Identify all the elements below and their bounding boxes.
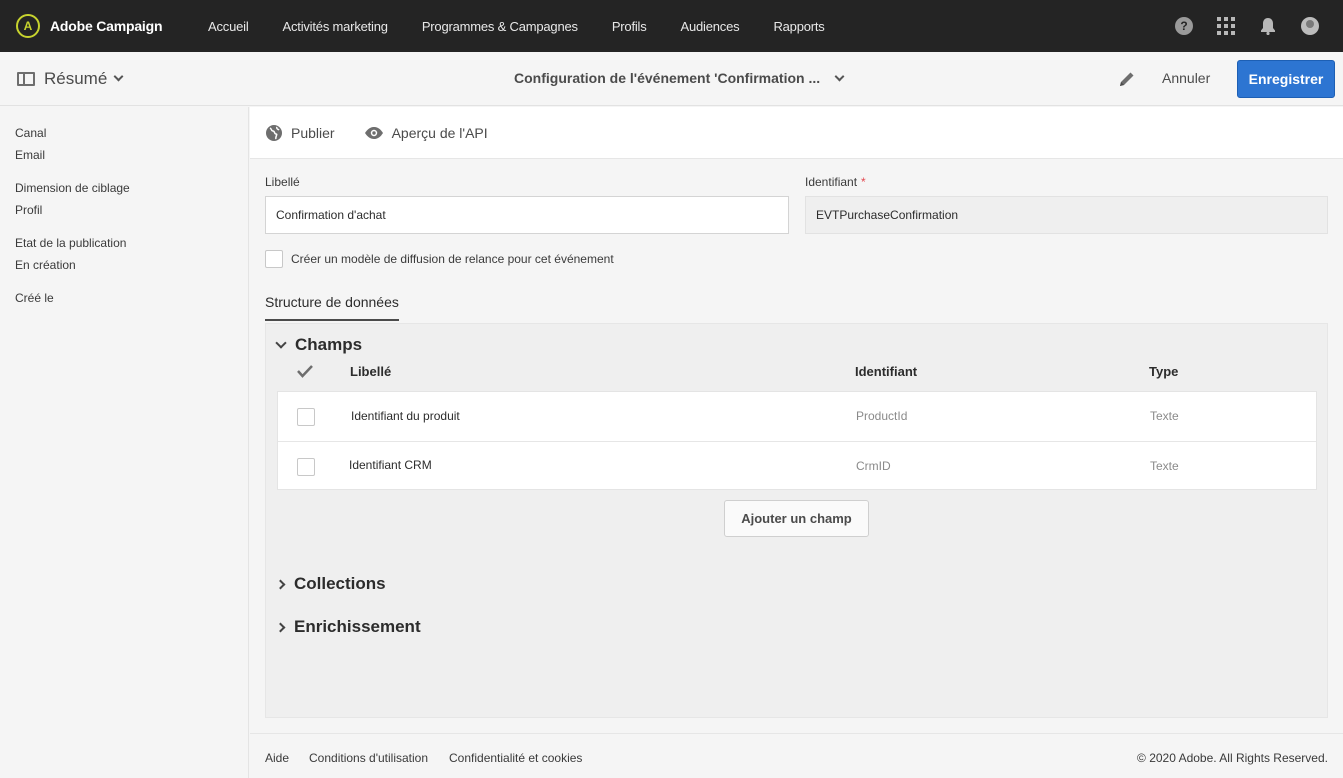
- help-icon[interactable]: ?: [1175, 17, 1193, 35]
- publish-label: Publier: [291, 124, 335, 141]
- collections-section-toggle[interactable]: Collections: [275, 574, 386, 594]
- copyright: © 2020 Adobe. All Rights Reserved.: [1137, 751, 1328, 765]
- chevron-down-icon: [275, 336, 287, 349]
- summary-value: Email: [15, 148, 46, 162]
- summary-item-created: Créé le: [15, 287, 233, 309]
- footer-link-help[interactable]: Aide: [265, 751, 289, 765]
- reminder-template-label: Créer un modèle de diffusion de relance …: [291, 252, 614, 266]
- pencil-icon[interactable]: [1117, 69, 1137, 89]
- field-id: ProductId: [856, 409, 908, 423]
- summary-item-publication-state: Etat de la publication En création: [15, 232, 233, 276]
- nav-item-profils[interactable]: Profils: [612, 19, 647, 34]
- publish-button[interactable]: Publier: [265, 124, 335, 142]
- summary-label: Résumé: [44, 68, 108, 88]
- label-input[interactable]: Confirmation d'achat: [265, 196, 789, 234]
- nav-item-accueil[interactable]: Accueil: [208, 19, 249, 34]
- save-button[interactable]: Enregistrer: [1237, 60, 1335, 98]
- enrichment-section-toggle[interactable]: Enrichissement: [275, 617, 421, 637]
- summary-item-targeting-dimension: Dimension de ciblage Profil: [15, 177, 233, 221]
- api-preview-label: Aperçu de l'API: [391, 124, 488, 141]
- cancel-button[interactable]: Annuler: [1162, 70, 1210, 86]
- eye-icon: [364, 126, 383, 139]
- chevron-down-icon: [834, 71, 845, 81]
- top-icons: ?: [1175, 0, 1343, 52]
- tab-data-structure[interactable]: Structure de données: [265, 294, 399, 321]
- fields-table: Identifiant du produit ProductId Texte I…: [277, 391, 1317, 490]
- row-checkbox[interactable]: [297, 458, 315, 476]
- fields-section-title: Champs: [295, 335, 363, 354]
- id-field-title: Identifiant *: [805, 175, 866, 189]
- chevron-right-icon: [275, 622, 286, 632]
- brand[interactable]: A Adobe Campaign: [16, 14, 208, 38]
- app-name: Adobe Campaign: [50, 18, 163, 34]
- summary-value: En création: [15, 258, 76, 272]
- add-field-button[interactable]: Ajouter un champ: [724, 500, 869, 537]
- summary-key: Dimension de ciblage: [15, 181, 130, 195]
- footer-link-privacy[interactable]: Confidentialité et cookies: [449, 751, 582, 765]
- chevron-down-icon: [113, 71, 124, 82]
- summary-key: Créé le: [15, 291, 54, 305]
- nav-item-audiences[interactable]: Audiences: [681, 19, 740, 34]
- chevron-right-icon: [275, 579, 286, 589]
- table-row[interactable]: Identifiant du produit ProductId Texte: [278, 392, 1316, 441]
- select-all-check-icon[interactable]: [297, 364, 313, 378]
- panel-icon: [17, 71, 35, 86]
- footer-link-terms[interactable]: Conditions d'utilisation: [309, 751, 428, 765]
- field-label: Identifiant du produit: [351, 409, 460, 423]
- page-title[interactable]: Configuration de l'événement 'Confirmati…: [514, 70, 845, 86]
- footer: Aide Conditions d'utilisation Confidenti…: [250, 733, 1343, 778]
- row-checkbox[interactable]: [297, 408, 315, 426]
- enrichment-section-title: Enrichissement: [294, 617, 421, 636]
- fields-section-toggle[interactable]: Champs: [275, 335, 363, 355]
- reminder-template-row: Créer un modèle de diffusion de relance …: [265, 250, 614, 268]
- api-preview-button[interactable]: Aperçu de l'API: [364, 125, 488, 141]
- data-structure-panel: Champs Libellé Identifiant Type Identifi…: [265, 323, 1328, 718]
- table-row[interactable]: Identifiant CRM CrmID Texte: [278, 441, 1316, 490]
- summary-item-channel: Canal Email: [15, 122, 233, 166]
- summary-key: Canal: [15, 126, 47, 140]
- adobe-campaign-logo-icon: A: [16, 14, 40, 38]
- collections-section-title: Collections: [294, 574, 386, 593]
- apps-grid-icon[interactable]: [1217, 17, 1235, 35]
- reminder-template-checkbox[interactable]: [265, 250, 283, 268]
- column-header-id: Identifiant: [855, 364, 918, 379]
- nav-item-rapports[interactable]: Rapports: [773, 19, 824, 34]
- id-input: EVTPurchaseConfirmation: [805, 196, 1328, 234]
- top-navigation-bar: A Adobe Campaign Accueil Activités marke…: [0, 0, 1343, 52]
- avatar[interactable]: [1301, 17, 1319, 35]
- label-field-title: Libellé: [265, 175, 300, 189]
- bell-icon[interactable]: [1259, 17, 1277, 35]
- column-header-type: Type: [1149, 364, 1179, 379]
- summary-value: Profil: [15, 203, 43, 217]
- globe-icon: [266, 124, 282, 141]
- page-title-text: Configuration de l'événement 'Confirmati…: [514, 70, 821, 86]
- field-type: Texte: [1150, 409, 1179, 423]
- required-marker: *: [861, 175, 866, 189]
- nav-item-programmes-campagnes[interactable]: Programmes & Campagnes: [422, 19, 578, 34]
- column-header-label: Libellé: [350, 364, 392, 379]
- field-id: CrmID: [856, 459, 891, 473]
- nav-item-activites-marketing[interactable]: Activités marketing: [283, 19, 388, 34]
- page-header: Résumé Configuration de l'événement 'Con…: [0, 52, 1343, 106]
- summary-toggle[interactable]: Résumé: [17, 68, 124, 89]
- field-type: Texte: [1150, 459, 1179, 473]
- main-nav: Accueil Activités marketing Programmes &…: [208, 0, 859, 52]
- summary-panel: Canal Email Dimension de ciblage Profil …: [0, 107, 249, 778]
- field-label: Identifiant CRM: [349, 458, 432, 472]
- action-bar: Publier Aperçu de l'API: [250, 107, 1343, 159]
- summary-key: Etat de la publication: [15, 236, 127, 250]
